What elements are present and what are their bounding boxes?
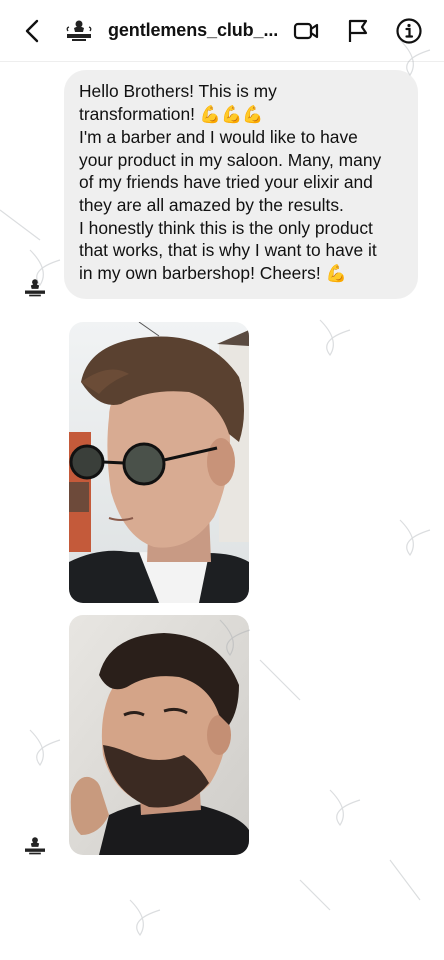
info-button[interactable] (395, 17, 423, 45)
message-line: I'm a barber and I would like to have (79, 127, 358, 148)
bearded-man-image (69, 615, 249, 855)
report-button[interactable] (344, 17, 372, 45)
message-line: transformation! 💪💪💪 (79, 103, 264, 125)
club-logo-icon (66, 20, 92, 41)
flexed-biceps-emoji: 💪 (325, 263, 347, 284)
sender-avatar[interactable] (22, 278, 48, 298)
message-line: they are all amazed by the results. (79, 194, 344, 215)
message-line: I honestly think this is the only produc… (79, 217, 373, 238)
message-line: Hello Brothers! This is my (79, 81, 277, 101)
message-line: your product in my saloon. Many, many (79, 149, 382, 170)
sender-avatar[interactable] (22, 836, 48, 856)
flexed-biceps-emoji: 💪💪💪 (199, 104, 264, 125)
message-line: of my friends have tried your elixir and (79, 172, 373, 193)
chevron-left-icon (25, 19, 39, 43)
man-sunglasses-image (69, 322, 249, 603)
message-line: that works, that is why I want to have i… (79, 240, 377, 261)
transformation-photo-1[interactable] (69, 322, 249, 603)
transformation-photo-2[interactable] (69, 615, 249, 855)
info-icon (396, 18, 422, 44)
club-logo-icon (25, 837, 45, 855)
flag-icon (348, 19, 368, 42)
profile-avatar[interactable] (64, 19, 94, 43)
club-logo-icon (25, 279, 45, 297)
chat-username[interactable]: gentlemens_club_... (108, 20, 283, 41)
video-camera-icon (293, 22, 319, 40)
message-line: in my own barbershop! Cheers! 💪 (79, 262, 347, 284)
message-bubble[interactable]: Hello Brothers! This is my transformatio… (64, 70, 418, 299)
back-button[interactable] (20, 18, 46, 44)
video-call-button[interactable] (292, 17, 320, 45)
chat-header: gentlemens_club_... (0, 0, 444, 62)
